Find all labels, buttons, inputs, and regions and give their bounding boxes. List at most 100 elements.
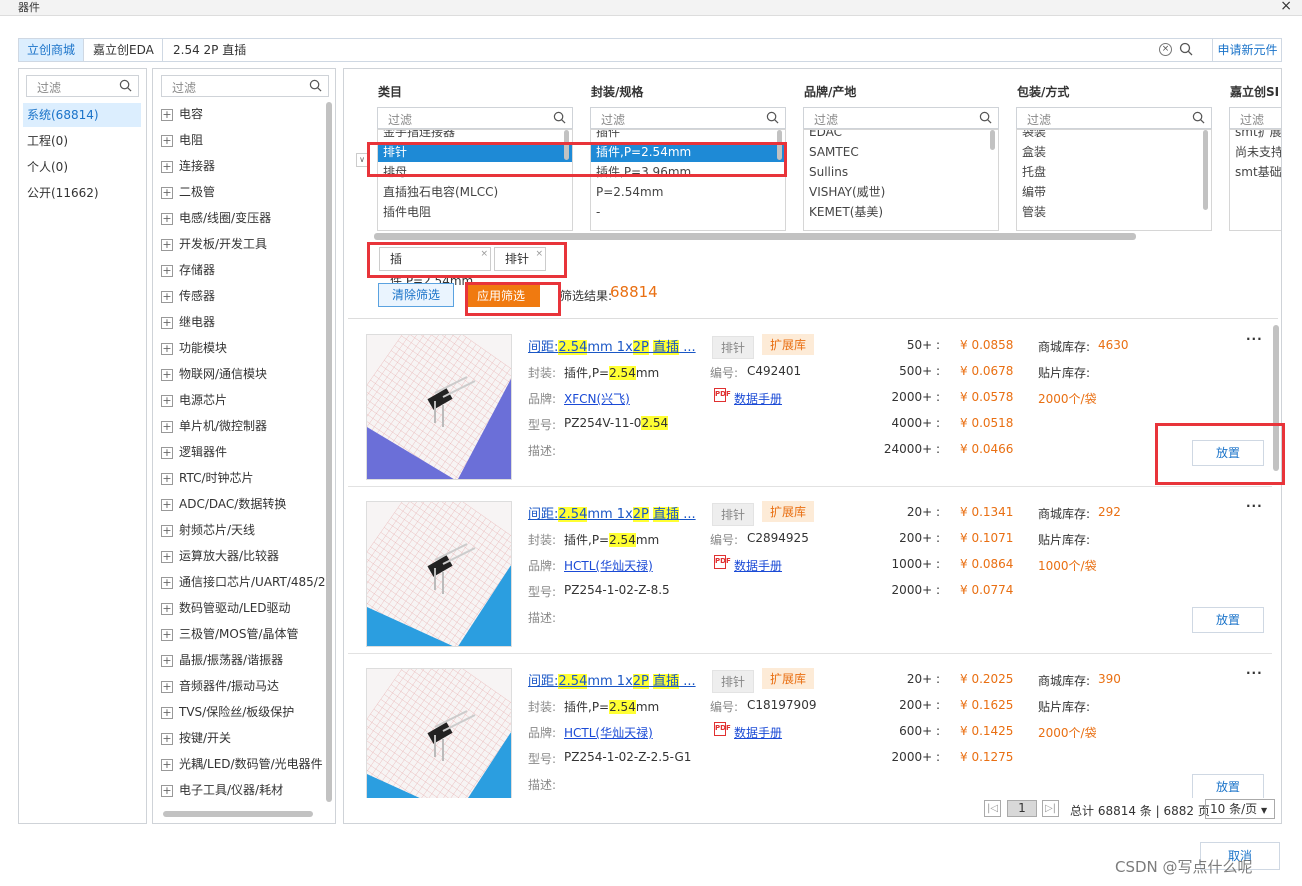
category-tree-item[interactable]: + 数码管驱动/LED驱动	[161, 595, 291, 621]
datasheet-link[interactable]: 数据手册	[734, 390, 782, 407]
expand-plus-icon[interactable]: +	[161, 134, 173, 147]
expand-plus-icon[interactable]: +	[161, 394, 173, 407]
category-tree-item[interactable]: + ADC/DAC/数据转换	[161, 491, 286, 517]
expand-plus-icon[interactable]: +	[161, 498, 173, 511]
category-tree-item[interactable]: + 连接器	[161, 153, 215, 179]
expand-plus-icon[interactable]: +	[161, 420, 173, 433]
filter-hscrollbar[interactable]	[374, 233, 1136, 240]
clear-icon[interactable]: ×	[1159, 43, 1172, 56]
category-tree-item[interactable]: + 通信接口芯片/UART/485/23	[161, 569, 325, 595]
page-number-input[interactable]: 1	[1007, 800, 1037, 817]
product-thumbnail[interactable]	[366, 668, 512, 798]
filter-col-input-1[interactable]: 过滤	[377, 107, 573, 129]
category-tree-item[interactable]: + 音频器件/振动马达	[161, 673, 279, 699]
per-page-select[interactable]: 10 条/页 ▼	[1205, 799, 1275, 819]
category-tree-item[interactable]: + 电子工具/仪器/耗材	[161, 777, 283, 803]
filter-option[interactable]: 盒装	[1017, 142, 1211, 162]
tab-eda[interactable]: 嘉立创EDA	[85, 39, 163, 61]
category-hscrollbar[interactable]	[163, 811, 313, 817]
category-tree-item[interactable]: + 电阻	[161, 127, 203, 153]
expand-plus-icon[interactable]: +	[161, 472, 173, 485]
category-tree-item[interactable]: + 物联网/通信模块	[161, 361, 267, 387]
expand-plus-icon[interactable]: +	[161, 654, 173, 667]
expand-plus-icon[interactable]: +	[161, 550, 173, 563]
category-tree-item[interactable]: + 开发板/开发工具	[161, 231, 267, 257]
category-filter-input[interactable]: 过滤	[161, 75, 329, 97]
category-tree-item[interactable]: + 二极管	[161, 179, 215, 205]
clear-filter-button[interactable]: 清除筛选	[378, 283, 454, 307]
brand-link[interactable]: HCTL(华灿天禄)	[564, 557, 653, 574]
tab-lcsc[interactable]: 立创商城	[19, 39, 85, 61]
filter-col-input-5[interactable]: 过滤	[1229, 107, 1281, 129]
category-tree-item[interactable]: + 功能模块	[161, 335, 227, 361]
filter-option[interactable]: 直插独石电容(MLCC)	[378, 182, 572, 202]
expand-plus-icon[interactable]: +	[161, 290, 173, 303]
filter-option[interactable]: 尚未支持	[1230, 142, 1281, 162]
expand-plus-icon[interactable]: +	[161, 368, 173, 381]
brand-link[interactable]: XFCN(兴飞)	[564, 390, 630, 407]
expand-plus-icon[interactable]: +	[161, 576, 173, 589]
library-item[interactable]: 工程(0)	[27, 129, 141, 153]
filter-col-input-4[interactable]: 过滤	[1016, 107, 1212, 129]
product-title-link[interactable]: 间距:2.54mm 1x2P 直插 ...	[528, 336, 696, 355]
category-tree-item[interactable]: + 运算放大器/比较器	[161, 543, 279, 569]
category-tree-item[interactable]: + 单片机/微控制器	[161, 413, 267, 439]
filter-option[interactable]: 插件电阻	[378, 202, 572, 222]
category-tree-item[interactable]: + 电感/线圈/变压器	[161, 205, 271, 231]
category-scrollbar[interactable]	[326, 102, 332, 802]
category-tree-item[interactable]: + 存储器	[161, 257, 215, 283]
expand-plus-icon[interactable]: +	[161, 108, 173, 121]
more-icon[interactable]: ···	[1246, 666, 1263, 680]
more-icon[interactable]: ···	[1246, 332, 1263, 346]
expand-plus-icon[interactable]: +	[161, 524, 173, 537]
filter-option[interactable]: -	[591, 202, 785, 222]
filter-col-input-2[interactable]: 过滤	[590, 107, 786, 129]
library-item[interactable]: 公开(11662)	[27, 181, 141, 205]
datasheet-link[interactable]: 数据手册	[734, 724, 782, 741]
filter-option[interactable]: 编带	[1017, 182, 1211, 202]
category-tree-item[interactable]: + 按键/开关	[161, 725, 231, 751]
expand-plus-icon[interactable]: +	[161, 680, 173, 693]
category-tree-item[interactable]: + 电源芯片	[161, 387, 227, 413]
apply-new-component-button[interactable]: 申请新元件	[1212, 39, 1282, 61]
library-item[interactable]: 个人(0)	[27, 155, 141, 179]
brand-link[interactable]: HCTL(华灿天禄)	[564, 724, 653, 741]
category-tree-item[interactable]: + 光耦/LED/数码管/光电器件	[161, 751, 323, 777]
place-button[interactable]: 放置	[1192, 607, 1264, 633]
library-item[interactable]: 系统(68814)	[23, 103, 141, 127]
category-tree-item[interactable]: + RTC/时钟芯片	[161, 465, 254, 491]
filter-option[interactable]: 管装	[1017, 202, 1211, 222]
filter-col-scrollbar[interactable]	[1203, 130, 1208, 210]
expand-plus-icon[interactable]: +	[161, 264, 173, 277]
library-filter-input[interactable]: 过滤	[26, 75, 139, 97]
expand-plus-icon[interactable]: +	[161, 602, 173, 615]
expand-plus-icon[interactable]: +	[161, 342, 173, 355]
filter-option[interactable]: smt基础	[1230, 162, 1281, 182]
search-input[interactable]: 2.54 2P 直插	[173, 39, 246, 61]
close-icon[interactable]: ×	[1280, 0, 1292, 14]
product-title-link[interactable]: 间距:2.54mm 1x2P 直插 ...	[528, 670, 696, 689]
expand-plus-icon[interactable]: +	[161, 160, 173, 173]
expand-plus-icon[interactable]: +	[161, 706, 173, 719]
category-tree-item[interactable]: + 射频芯片/天线	[161, 517, 255, 543]
category-tree-item[interactable]: + 电容	[161, 101, 203, 127]
place-button[interactable]: 放置	[1192, 774, 1264, 798]
filter-option[interactable]: SAMTEC	[804, 142, 998, 162]
expand-plus-icon[interactable]: +	[161, 186, 173, 199]
filter-option[interactable]: smt扩展	[1230, 130, 1281, 142]
expand-plus-icon[interactable]: +	[161, 316, 173, 329]
filter-option[interactable]: Sullins	[804, 162, 998, 182]
filter-option[interactable]: 托盘	[1017, 162, 1211, 182]
filter-col-input-3[interactable]: 过滤	[803, 107, 999, 129]
category-tree-item[interactable]: + 逻辑器件	[161, 439, 227, 465]
filter-option[interactable]: 袋装	[1017, 130, 1211, 142]
expand-plus-icon[interactable]: +	[161, 628, 173, 641]
product-title-link[interactable]: 间距:2.54mm 1x2P 直插 ...	[528, 503, 696, 522]
filter-col-scrollbar[interactable]	[990, 130, 995, 150]
expand-plus-icon[interactable]: +	[161, 732, 173, 745]
category-tree-item[interactable]: + 传感器	[161, 283, 215, 309]
last-page-icon[interactable]: ▷|	[1042, 800, 1059, 817]
category-tree-item[interactable]: + 三极管/MOS管/晶体管	[161, 621, 299, 647]
datasheet-link[interactable]: 数据手册	[734, 557, 782, 574]
expand-plus-icon[interactable]: +	[161, 784, 173, 797]
